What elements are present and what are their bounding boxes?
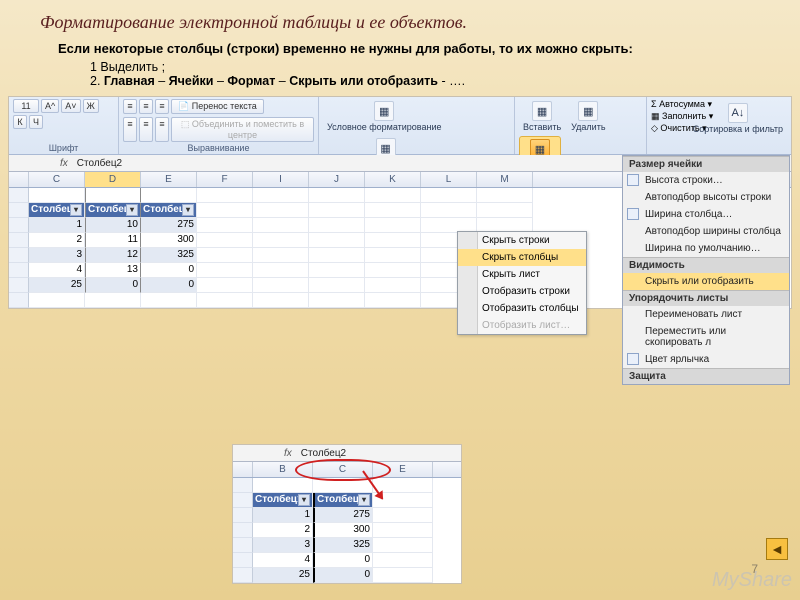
colh-m[interactable]: M <box>477 172 533 187</box>
shrink-font-button[interactable]: A˅ <box>61 99 80 113</box>
fp-tab-color[interactable]: Цвет ярлычка <box>623 351 789 368</box>
fp-head-protect: Защита <box>623 368 789 384</box>
format-dropdown-panel: Размер ячейки Высота строки… Автоподбор … <box>622 155 790 385</box>
cm-hide-rows[interactable]: Скрыть строки <box>458 232 586 249</box>
colh-c[interactable]: C <box>29 172 85 187</box>
align-top-button[interactable]: ≡ <box>123 99 137 114</box>
ribbon: 11 A^ A˅ Ж К Ч Шрифт ≡ ≡ ≡ 📄 Перенос тек… <box>9 97 791 155</box>
row-numbers <box>9 188 29 308</box>
italic-button[interactable]: К <box>13 115 27 129</box>
grow-font-button[interactable]: A^ <box>41 99 59 113</box>
steps-block: 1 Выделить ; 2. Главная – Ячейки – Форма… <box>0 58 800 96</box>
merge-center-button[interactable]: ⬚ Объединить и поместить в центре <box>171 117 314 142</box>
fx-icon[interactable]: fx <box>55 158 73 169</box>
ribbon-group-font: 11 A^ A˅ Ж К Ч Шрифт <box>9 97 119 154</box>
row-numbers-2 <box>233 478 253 583</box>
table-header[interactable]: Столбец3 <box>141 203 197 218</box>
delete-button[interactable]: ▦Удалить <box>567 99 609 134</box>
fp-head-sheets: Упорядочить листы <box>623 290 789 306</box>
ribbon-align-label: Выравнивание <box>123 143 314 154</box>
sort-filter-button[interactable]: A↓Сортировка и фильтр <box>689 101 787 136</box>
fp-autofit-row[interactable]: Автоподбор высоты строки <box>623 189 789 206</box>
formula-bar-2: fx Столбец2 <box>233 445 461 462</box>
colh-j[interactable]: J <box>309 172 365 187</box>
align-left-button[interactable]: ≡ <box>123 117 137 142</box>
fp-hide-show[interactable]: Скрыть или отобразить <box>623 273 789 290</box>
fp-default-width[interactable]: Ширина по умолчанию… <box>623 240 789 257</box>
table-header[interactable]: Столбец3 <box>313 493 373 508</box>
fp-move-copy[interactable]: Переместить или скопировать л <box>623 323 789 351</box>
fx-icon-2[interactable]: fx <box>279 448 297 459</box>
excel-screenshot-main: 11 A^ A˅ Ж К Ч Шрифт ≡ ≡ ≡ 📄 Перенос тек… <box>8 96 792 309</box>
ribbon-font-label: Шрифт <box>13 143 114 154</box>
fp-head-visibility: Видимость <box>623 257 789 273</box>
step-2: 2. Главная – Ячейки – Формат – Скрыть ил… <box>90 74 800 88</box>
hide-show-submenu: Скрыть строки Скрыть столбцы Скрыть лист… <box>457 231 587 335</box>
ribbon-group-cells: ▦Вставить ▦Удалить ▦Формат Ячейки <box>515 97 647 154</box>
fp-col-width[interactable]: Ширина столбца… <box>623 206 789 223</box>
colh-f[interactable]: F <box>197 172 253 187</box>
cm-hide-cols[interactable]: Скрыть столбцы <box>458 249 586 266</box>
align-right-button[interactable]: ≡ <box>155 117 169 142</box>
slide-title: Форматирование электронной таблицы и ее … <box>0 0 800 39</box>
font-size-input[interactable]: 11 <box>13 99 39 113</box>
wrap-text-button[interactable]: 📄 Перенос текста <box>171 99 264 114</box>
insert-button[interactable]: ▦Вставить <box>519 99 565 134</box>
colh2-e[interactable]: E <box>373 462 433 477</box>
slide-subtitle: Если некоторые столбцы (строки) временно… <box>0 39 700 58</box>
table-header[interactable]: Столбец2 <box>85 203 141 218</box>
ribbon-group-align: ≡ ≡ ≡ 📄 Перенос текста ≡ ≡ ≡ ⬚ Объединит… <box>119 97 319 154</box>
cond-format-button[interactable]: ▦Условное форматирование <box>323 99 446 134</box>
ribbon-group-edit: Σ Автосумма ▾ ▦ Заполнить ▾ ◇ Очистить ▾… <box>647 97 777 154</box>
cm-show-sheet[interactable]: Отобразить лист… <box>458 317 586 334</box>
align-mid-button[interactable]: ≡ <box>139 99 153 114</box>
cm-hide-sheet[interactable]: Скрыть лист <box>458 266 586 283</box>
bold-button[interactable]: Ж <box>83 99 99 113</box>
tab-color-icon <box>627 353 639 365</box>
table-header[interactable]: Столбец1 <box>29 203 85 218</box>
column-headers-2: B C E <box>233 462 461 478</box>
col-width-icon <box>627 208 639 220</box>
colh-d[interactable]: D <box>85 172 141 187</box>
cm-show-rows[interactable]: Отобразить строки <box>458 283 586 300</box>
fp-autofit-col[interactable]: Автоподбор ширины столбца <box>623 223 789 240</box>
ribbon-group-styles: ▦Условное форматирование ▦Форматировать … <box>319 97 515 154</box>
row-height-icon <box>627 174 639 186</box>
prev-slide-button[interactable]: ◄ <box>766 538 788 560</box>
align-bot-button[interactable]: ≡ <box>155 99 169 114</box>
colh-e[interactable]: E <box>141 172 197 187</box>
cells-grid-2[interactable]: Столбец1 Столбец3 1275 2300 3325 40 250 <box>253 478 461 583</box>
fp-rename-sheet[interactable]: Переименовать лист <box>623 306 789 323</box>
fp-row-height[interactable]: Высота строки… <box>623 172 789 189</box>
fp-head-size: Размер ячейки <box>623 156 789 172</box>
excel-screenshot-result: fx Столбец2 B C E Столбец1 Столбец3 1275… <box>232 444 462 584</box>
step-1: 1 Выделить ; <box>90 60 800 74</box>
colh2-b[interactable]: B <box>253 462 313 477</box>
formula-value[interactable]: Столбец2 <box>73 158 122 169</box>
watermark: MyShare <box>712 569 792 592</box>
formula-value-2[interactable]: Столбец2 <box>297 448 346 459</box>
colh-k[interactable]: K <box>365 172 421 187</box>
table-header[interactable]: Столбец1 <box>253 493 313 508</box>
align-center-button[interactable]: ≡ <box>139 117 153 142</box>
cm-show-cols[interactable]: Отобразить столбцы <box>458 300 586 317</box>
colh-l[interactable]: L <box>421 172 477 187</box>
underline-button[interactable]: Ч <box>29 115 43 129</box>
colh-i[interactable]: I <box>253 172 309 187</box>
